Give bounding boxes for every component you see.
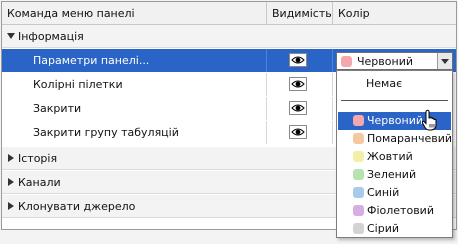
color-option-2[interactable]: Жовтий (338, 148, 451, 166)
header-color[interactable]: Колір (338, 7, 370, 20)
command-label: Колірні пілетки (33, 78, 123, 91)
command-label: Параметри панелі... (33, 54, 150, 67)
collapse-triangle-icon[interactable] (8, 178, 14, 186)
color-option-label: Зелений (367, 168, 417, 181)
color-option-label: Сірий (367, 222, 400, 235)
color-option-none[interactable]: Немає (338, 75, 451, 93)
color-option-label: Помаранчевий (367, 132, 453, 145)
collapse-triangle-icon[interactable] (8, 202, 14, 210)
group-label: Історія (18, 152, 58, 165)
color-dropdown-value: Червоний (357, 55, 413, 68)
header-command[interactable]: Команда меню панелі (7, 7, 135, 20)
color-option-6[interactable]: Сірий (338, 220, 451, 238)
collapse-triangle-icon[interactable] (8, 154, 14, 162)
group-row-info[interactable]: Інформація (2, 25, 456, 48)
group-label: Клонувати джерело (18, 200, 136, 213)
color-option-5[interactable]: Фіолетовий (338, 202, 451, 220)
color-swatch (353, 133, 364, 144)
color-option-1[interactable]: Помаранчевий (338, 130, 453, 148)
visibility-eye-icon[interactable] (289, 125, 307, 139)
color-option-4[interactable]: Синій (338, 184, 451, 202)
menu-divider (341, 100, 448, 101)
color-swatch (353, 187, 364, 198)
visibility-eye-icon[interactable] (289, 53, 307, 67)
color-option-3[interactable]: Зелений (338, 166, 451, 184)
expand-triangle-icon[interactable] (7, 33, 15, 39)
header-visibility[interactable]: Видимість (272, 7, 332, 20)
group-label: Канали (18, 176, 61, 189)
hand-cursor-icon (421, 109, 437, 131)
visibility-eye-icon[interactable] (289, 77, 307, 91)
group-label: Інформація (18, 30, 84, 43)
color-swatch (353, 205, 364, 216)
color-swatch (353, 115, 364, 126)
command-label: Закрити (33, 102, 82, 115)
color-option-label: Червоний (367, 114, 423, 127)
color-swatch (341, 56, 352, 67)
color-swatch (353, 151, 364, 162)
command-label: Закрити групу табуляцій (33, 126, 179, 139)
color-option-label: Синій (367, 186, 400, 199)
color-swatch (353, 169, 364, 180)
table-header: Команда меню панелі Видимість Колір (2, 2, 456, 25)
color-swatch (353, 223, 364, 234)
visibility-eye-icon[interactable] (289, 101, 307, 115)
color-dropdown[interactable]: Червоний (336, 52, 453, 70)
color-option-label: Жовтий (367, 150, 413, 163)
color-option-label: Немає (366, 77, 403, 90)
color-option-label: Фіолетовий (367, 204, 434, 217)
color-dropdown-menu: Немає Червоний Помаранчевий Жовтий Зелений С… (336, 70, 453, 238)
dropdown-arrow-icon[interactable] (437, 53, 452, 69)
